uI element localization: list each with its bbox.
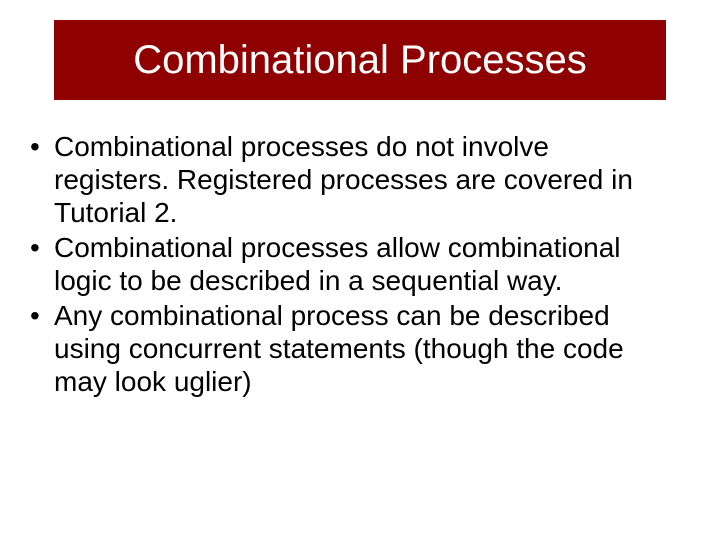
slide: Combinational Processes Combinational pr…: [0, 0, 720, 540]
list-item: Any combinational process can be describ…: [24, 299, 660, 398]
list-item: Combinational processes allow combinatio…: [24, 231, 660, 297]
list-item: Combinational processes do not involve r…: [24, 130, 660, 229]
title-box: Combinational Processes: [54, 20, 666, 100]
bullet-list: Combinational processes do not involve r…: [24, 130, 660, 398]
slide-body: Combinational processes do not involve r…: [24, 130, 660, 400]
slide-title: Combinational Processes: [133, 38, 587, 83]
